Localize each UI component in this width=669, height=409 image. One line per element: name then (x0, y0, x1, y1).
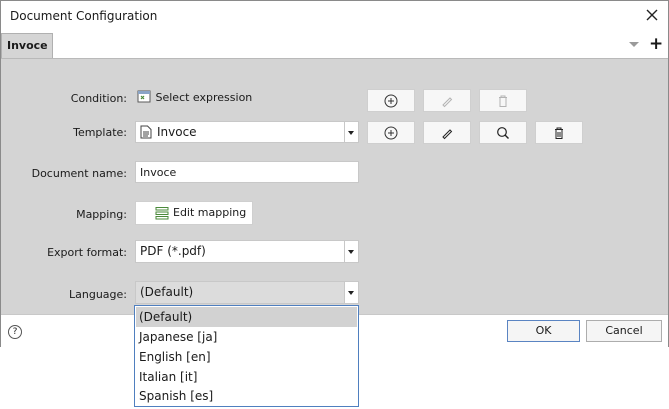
language-option-japanese[interactable]: Japanese [ja] (136, 327, 357, 347)
document-name-label: Document name: (31, 167, 127, 180)
language-select[interactable]: (Default) (135, 281, 359, 304)
export-format-label: Export format: (47, 246, 127, 259)
export-format-select[interactable]: PDF (*.pdf) (135, 240, 359, 263)
window-title: Document Configuration (10, 9, 158, 23)
export-format-chevron-down-icon[interactable] (344, 241, 358, 262)
close-icon[interactable] (642, 5, 662, 25)
mapping-label: Mapping: (76, 208, 127, 221)
add-tab-plus-icon[interactable]: + (649, 35, 663, 53)
document-name-input[interactable]: Invoce (135, 161, 359, 183)
template-select[interactable]: Invoce (135, 121, 359, 143)
export-format-value: PDF (*.pdf) (140, 244, 206, 258)
tab-invoce[interactable]: Invoce (1, 33, 53, 58)
select-expression-label: Select expression (155, 91, 253, 104)
pencil-icon (442, 96, 453, 107)
language-chevron-down-icon[interactable] (344, 282, 358, 303)
delete-condition-button[interactable] (479, 89, 527, 112)
pencil-icon (442, 128, 453, 139)
language-option-italian[interactable]: Italian [it] (136, 367, 357, 387)
trash-icon (555, 127, 563, 139)
title-bar: Document Configuration (1, 1, 668, 32)
select-expression-link[interactable]: Select expression (137, 90, 252, 104)
language-value: (Default) (140, 285, 194, 299)
edit-mapping-label: Edit mapping (173, 206, 247, 219)
language-option-default[interactable]: (Default) (136, 307, 357, 327)
language-label: Language: (69, 288, 127, 301)
mapping-icon (155, 207, 169, 220)
help-icon[interactable]: ? (8, 325, 22, 339)
edit-condition-button[interactable] (423, 89, 471, 112)
plus-circle-icon (384, 94, 398, 107)
configuration-panel: Condition: Select expression Template: I… (1, 59, 668, 314)
ok-button[interactable]: OK (507, 320, 580, 342)
delete-template-button[interactable] (535, 121, 583, 144)
language-dropdown-list: (Default) Japanese [ja] English [en] Ita… (134, 305, 359, 407)
document-configuration-dialog: Document Configuration Invoce + Conditio… (0, 0, 669, 347)
template-label: Template: (73, 126, 127, 139)
add-template-button[interactable] (367, 121, 415, 144)
preview-template-button[interactable] (479, 121, 527, 144)
expression-icon (137, 90, 151, 103)
trash-icon (499, 95, 507, 107)
edit-template-button[interactable] (423, 121, 471, 144)
document-icon (140, 125, 152, 139)
condition-label: Condition: (70, 92, 127, 105)
cancel-button[interactable]: Cancel (586, 320, 662, 342)
tab-strip: Invoce + (1, 32, 668, 59)
tab-menu-chevron-down-icon[interactable] (629, 42, 639, 47)
document-name-value: Invoce (140, 166, 177, 179)
language-option-spanish[interactable]: Spanish [es] (136, 386, 357, 406)
plus-circle-icon (384, 126, 398, 139)
magnifier-icon (497, 126, 509, 139)
template-chevron-down-icon[interactable] (344, 122, 358, 142)
edit-mapping-button[interactable]: Edit mapping (135, 201, 253, 225)
language-option-english[interactable]: English [en] (136, 347, 357, 367)
template-value: Invoce (157, 125, 197, 139)
add-condition-button[interactable] (367, 89, 415, 112)
